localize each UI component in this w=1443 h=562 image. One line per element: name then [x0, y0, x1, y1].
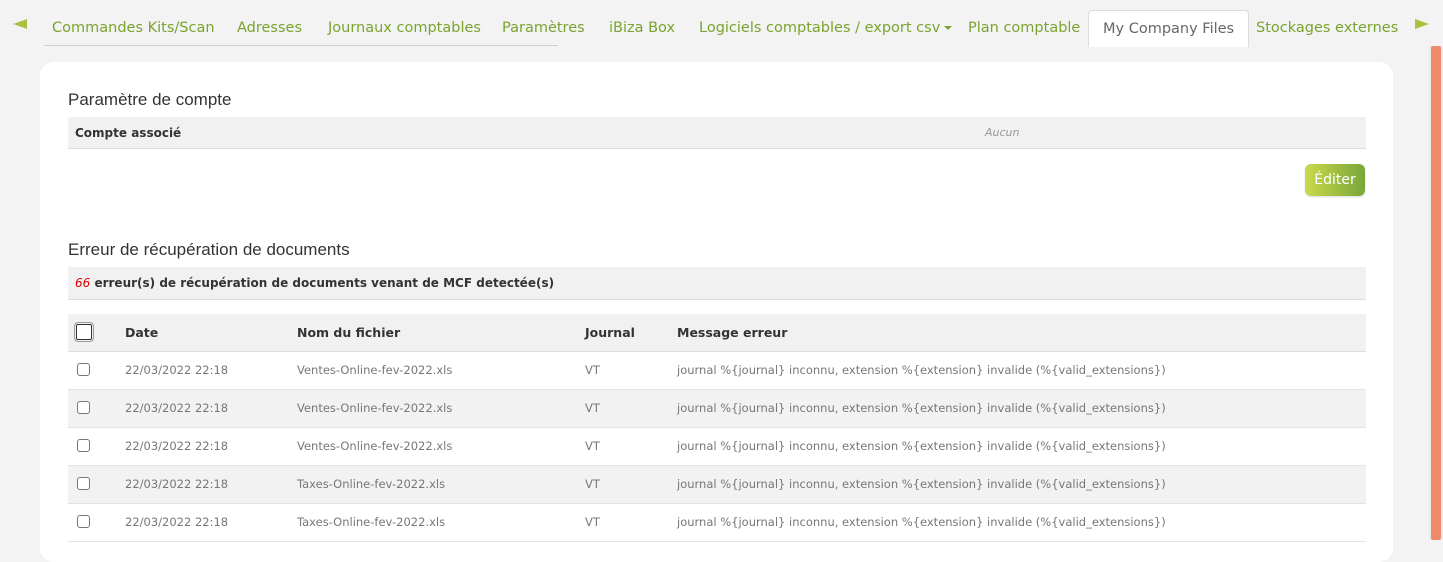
tab-label: Commandes Kits/Scan [52, 20, 215, 36]
tab-parametres[interactable]: Paramètres [502, 10, 585, 46]
row-journal: VT [585, 515, 600, 529]
errors-summary-text: 66 erreur(s) de récupération de document… [75, 267, 554, 299]
tab-ibiza-box[interactable]: iBiza Box [609, 10, 675, 46]
account-row-value: Aucun [985, 126, 1020, 139]
edit-button[interactable]: Éditer [1305, 164, 1365, 196]
row-checkbox[interactable] [77, 477, 90, 490]
table-header: Date Nom du fichier Journal Message erre… [68, 314, 1366, 352]
row-date: 22/03/2022 22:18 [125, 363, 229, 377]
tab-plan-comptable[interactable]: Plan comptable [968, 10, 1080, 46]
errors-section-title: Erreur de récupération de documents [68, 240, 350, 259]
row-journal: VT [585, 477, 600, 491]
tab-label: Plan comptable [968, 20, 1081, 36]
row-date: 22/03/2022 22:18 [125, 439, 229, 453]
table-row: 22/03/2022 22:18 Taxes-Online-fev-2022.x… [68, 504, 1366, 542]
row-message: journal %{journal} inconnu, extension %{… [677, 477, 1166, 491]
caret-down-icon [944, 26, 953, 30]
tab-my-company-files[interactable]: My Company Files [1088, 10, 1250, 47]
row-message: journal %{journal} inconnu, extension %{… [677, 515, 1166, 529]
error-count: 66 [75, 276, 91, 290]
row-message: journal %{journal} inconnu, extension %{… [677, 363, 1166, 377]
column-header-date[interactable]: Date [125, 314, 158, 351]
row-date: 22/03/2022 22:18 [125, 515, 229, 529]
row-checkbox[interactable] [77, 401, 90, 414]
select-all-checkbox[interactable] [74, 322, 94, 342]
tab-adresses[interactable]: Adresses [237, 10, 302, 46]
column-header-journal[interactable]: Journal [585, 314, 635, 351]
tab-label: Adresses [237, 20, 303, 36]
errors-table: Date Nom du fichier Journal Message erre… [68, 314, 1366, 542]
column-header-file[interactable]: Nom du fichier [297, 314, 400, 351]
column-header-message[interactable]: Message erreur [677, 314, 787, 351]
row-file: Ventes-Online-fev-2022.xls [297, 439, 453, 453]
scroll-left-arrow-icon[interactable] [13, 19, 27, 29]
errors-summary: 66 erreur(s) de récupération de document… [68, 267, 1366, 300]
scroll-right-arrow-icon[interactable] [1415, 19, 1429, 29]
row-date: 22/03/2022 22:18 [125, 477, 229, 491]
tab-divider [44, 45, 558, 46]
tab-label: iBiza Box [609, 20, 676, 36]
row-message: journal %{journal} inconnu, extension %{… [677, 439, 1166, 453]
row-checkbox[interactable] [77, 439, 90, 452]
account-row: Compte associé Aucun [68, 117, 1366, 149]
row-date: 22/03/2022 22:18 [125, 401, 229, 415]
content-card: Paramètre de compte Compte associé Aucun… [40, 62, 1393, 562]
tab-journaux-comptables[interactable]: Journaux comptables [328, 10, 481, 46]
tab-commandes-kits-scan[interactable]: Commandes Kits/Scan [52, 10, 215, 46]
row-journal: VT [585, 363, 600, 377]
page-scrollbar[interactable] [1429, 46, 1443, 540]
tab-label: Paramètres [502, 20, 585, 36]
errors-summary-label: erreur(s) de récupération de documents v… [90, 276, 555, 290]
account-row-label: Compte associé [75, 126, 182, 140]
tab-logiciels-comptables[interactable]: Logiciels comptables / export csv [699, 10, 953, 46]
table-row: 22/03/2022 22:18 Ventes-Online-fev-2022.… [68, 352, 1366, 390]
row-message: journal %{journal} inconnu, extension %{… [677, 401, 1166, 415]
tab-stockages-externes[interactable]: Stockages externes [1256, 10, 1398, 46]
row-checkbox[interactable] [77, 515, 90, 528]
tab-label: Journaux comptables [328, 20, 481, 36]
scrollbar-thumb[interactable] [1431, 46, 1441, 540]
tab-label: Logiciels comptables / export csv [699, 20, 941, 36]
table-row: 22/03/2022 22:18 Ventes-Online-fev-2022.… [68, 390, 1366, 428]
table-row: 22/03/2022 22:18 Taxes-Online-fev-2022.x… [68, 466, 1366, 504]
row-file: Ventes-Online-fev-2022.xls [297, 363, 453, 377]
tab-label: My Company Files [1103, 21, 1235, 37]
row-checkbox[interactable] [77, 363, 90, 376]
row-journal: VT [585, 401, 600, 415]
row-file: Taxes-Online-fev-2022.xls [297, 515, 446, 529]
row-file: Taxes-Online-fev-2022.xls [297, 477, 446, 491]
table-row: 22/03/2022 22:18 Ventes-Online-fev-2022.… [68, 428, 1366, 466]
account-section-title: Paramètre de compte [68, 90, 232, 109]
row-file: Ventes-Online-fev-2022.xls [297, 401, 453, 415]
tab-bar: Commandes Kits/Scan Adresses Journaux co… [0, 0, 1443, 47]
tab-label: Stockages externes [1256, 20, 1399, 36]
row-journal: VT [585, 439, 600, 453]
